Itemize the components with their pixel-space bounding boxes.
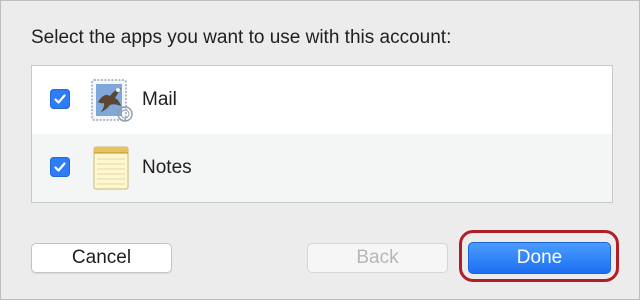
dialog-prompt: Select the apps you want to use with thi… — [31, 27, 452, 48]
checkmark-icon — [54, 94, 66, 104]
checkmark-icon — [54, 162, 66, 172]
list-item-mail[interactable]: Mail — [32, 66, 612, 134]
back-button[interactable]: Back — [307, 243, 448, 273]
cancel-button[interactable]: Cancel — [31, 243, 172, 273]
notes-checkbox[interactable] — [50, 157, 70, 177]
account-apps-dialog: Select the apps you want to use with thi… — [0, 0, 640, 300]
mail-icon — [91, 79, 133, 122]
list-item-notes[interactable]: Notes — [32, 134, 612, 202]
app-list: Mail Notes — [31, 65, 613, 203]
done-button[interactable]: Done — [468, 242, 611, 274]
notes-label: Notes — [142, 157, 192, 178]
mail-checkbox[interactable] — [50, 89, 70, 109]
mail-label: Mail — [142, 89, 177, 110]
notes-icon — [93, 146, 129, 190]
